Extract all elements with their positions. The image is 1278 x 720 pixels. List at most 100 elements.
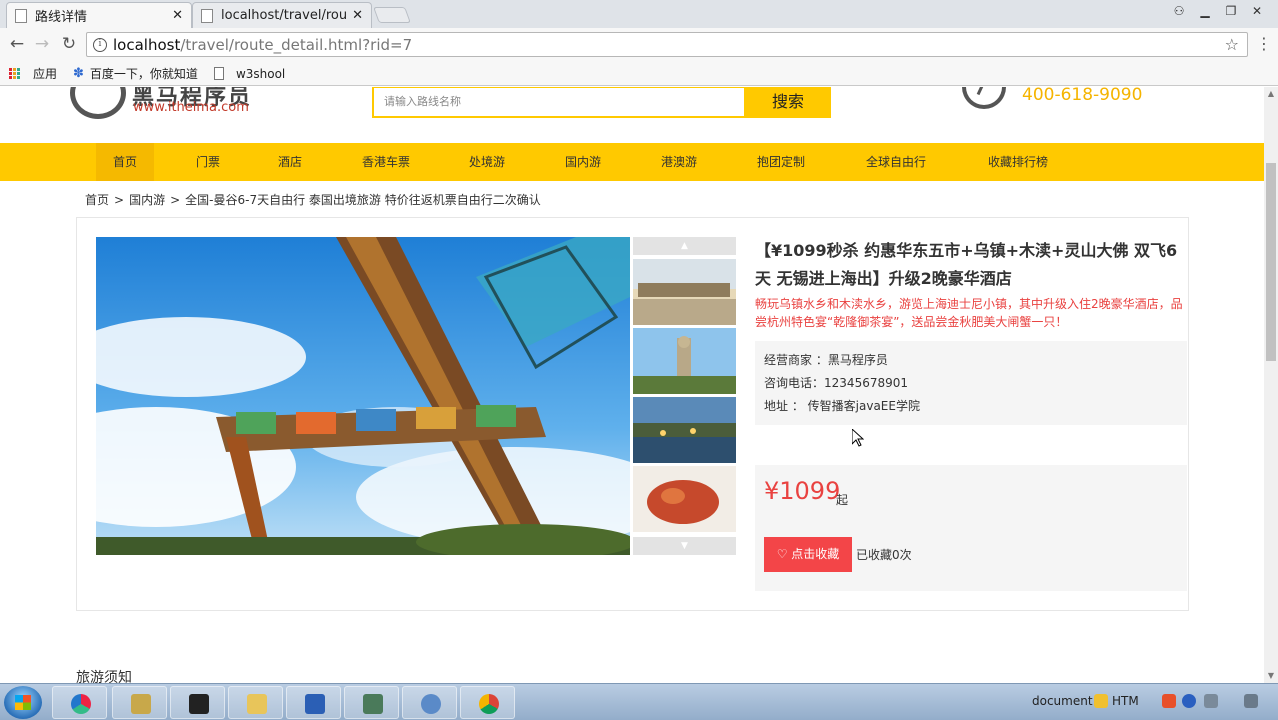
maximize-icon[interactable]: ❐ [1218,2,1244,20]
logo-url[interactable]: www.itheima.com [133,100,249,115]
nav-item-global-free[interactable]: 全球自由行 [856,143,936,181]
taskbar-app[interactable] [402,686,457,719]
favorite-count: 已收藏0次 [856,548,912,562]
tab-title: 路线详情 [35,10,88,25]
merchant-row: 经营商家 ：黑马程序员 [764,353,888,367]
phone-label: 咨询电话 [764,376,813,390]
os-taskbar: document HTM [0,683,1278,720]
bookmark-baidu[interactable]: ✽ 百度一下，你就知道 [73,65,198,82]
bookmark-label: 应用 [33,67,58,81]
phone-number: 12345678901 [824,376,909,390]
route-price: ¥1099 [764,477,841,505]
nav-item-favorite-rank[interactable]: 收藏排行榜 [976,143,1060,181]
taskbar-app[interactable] [112,686,167,719]
phone-icon [962,87,1006,109]
breadcrumb-home[interactable]: 首页 [85,193,109,207]
paw-icon: ✽ [73,66,84,81]
nav-item-domestic[interactable]: 国内游 [554,143,612,181]
page-favicon [15,8,27,23]
browser-menu-icon[interactable]: ⋮ [1256,36,1272,52]
nav-item-hk-tickets[interactable]: 香港车票 [350,143,422,181]
help-icon[interactable] [1182,694,1196,708]
page-icon [213,67,224,80]
thumbnail-image[interactable] [633,466,736,532]
price-panel: ¥1099 起 ♡ 点击收藏 已收藏0次 [755,465,1187,591]
forward-icon[interactable]: → [31,34,53,54]
breadcrumb-domestic[interactable]: 国内游 [129,193,165,207]
taskbar-app-word[interactable] [286,686,341,719]
thumbnail-image[interactable] [633,397,736,463]
back-icon[interactable]: ← [6,34,28,54]
tray-label-document[interactable]: document [1032,694,1093,708]
favorite-button[interactable]: ♡ 点击收藏 [764,537,852,572]
favorite-button-label: 点击收藏 [791,547,840,561]
heart-icon: ♡ [776,547,792,561]
scrollbar-thumb[interactable] [1266,163,1276,361]
thumbnail-list: ▲ ▼ [633,237,736,555]
nav-item-tickets[interactable]: 门票 [186,143,230,181]
phone-row: 咨询电话：12345678901 [764,376,909,390]
url-host: localhost [113,35,181,54]
tab-title: localhost/travel/route/ [221,8,347,23]
thumbnail-down-button[interactable]: ▼ [633,537,736,555]
hotline-number: 400-618-9090 [1022,87,1143,105]
new-tab-button[interactable] [373,7,411,23]
search-input[interactable]: 请输入路线名称 [372,87,746,118]
thumbnail-image[interactable] [633,259,736,325]
close-window-icon[interactable]: ✕ [1244,2,1270,20]
address-label: 地址 [764,399,789,413]
breadcrumb-current: 全国-曼谷6-7天自由行 泰国出境旅游 特价往返机票自由行二次确认 [185,193,541,207]
breadcrumb-separator: > [114,193,125,207]
start-button[interactable] [4,686,42,719]
nav-item-hotel[interactable]: 酒店 [268,143,312,181]
tray-icon[interactable] [1204,694,1218,708]
tray-icon[interactable] [1162,694,1176,708]
nav-item-hk-macau[interactable]: 港澳游 [650,143,708,181]
main-nav: 首页 门票 酒店 香港车票 处境游 国内游 港澳游 抱团定制 全球自由行 收藏排… [0,143,1264,181]
logo-mark [70,87,126,119]
travel-tips-heading: 旅游须知 [76,670,132,683]
address-bar[interactable]: i localhost /travel/route_detail.html?ri… [86,32,1248,57]
bookmark-w3school[interactable]: w3shool [213,66,286,81]
volume-icon[interactable] [1244,694,1258,708]
tab-localhost[interactable]: localhost/travel/route/ ✕ [192,2,372,28]
reload-icon[interactable]: ↻ [58,34,80,54]
nav-item-group-custom[interactable]: 抱团定制 [746,143,816,181]
scroll-up-icon[interactable]: ▲ [1264,87,1278,101]
nav-item-outbound[interactable]: 处境游 [458,143,516,181]
close-tab-icon[interactable]: ✕ [172,8,183,23]
taskbar-app[interactable] [344,686,399,719]
window-controls: ⚇ ▁ ❐ ✕ [1166,2,1270,20]
url-path: /travel/route_detail.html?rid=7 [180,35,413,54]
show-hidden-icon[interactable] [1224,694,1238,708]
tray-label-htm[interactable]: HTM [1112,694,1139,708]
page-favicon [201,8,213,23]
bookmark-label: w3shool [235,66,286,81]
page-viewport: 黑马程序员 www.itheima.com 请输入路线名称 搜索 400-618… [0,87,1264,683]
minimize-icon[interactable]: ▁ [1192,2,1218,20]
thumbnail-up-button[interactable]: ▲ [633,237,736,255]
site-info-icon[interactable]: i [93,37,107,52]
main-route-image [96,237,630,555]
nav-item-home[interactable]: 首页 [96,143,154,181]
bookmark-star-icon[interactable]: ☆ [1225,35,1239,54]
tray-icon[interactable] [1094,694,1108,708]
page-scrollbar[interactable]: ▲ ▼ [1264,87,1278,683]
bookmark-label: 百度一下，你就知道 [89,67,198,81]
taskbar-app-chrome[interactable] [460,686,515,719]
scroll-down-icon[interactable]: ▼ [1264,669,1278,683]
route-subtitle: 畅玩乌镇水乡和木渎水乡，游览上海迪士尼小镇，其中升级入住2晚豪华酒店，品尝杭州特… [755,297,1183,329]
thumbnail-image[interactable] [633,328,736,394]
browser-tab-bar: 路线详情 ✕ localhost/travel/route/ ✕ ⚇ ▁ ❐ ✕ [0,0,1278,28]
taskbar-app[interactable] [52,686,107,719]
taskbar-app-explorer[interactable] [228,686,283,719]
taskbar-app-intellij[interactable] [170,686,225,719]
price-suffix: 起 [836,493,849,507]
tab-route-detail[interactable]: 路线详情 ✕ [6,2,192,28]
bookmark-apps[interactable]: 应用 [9,65,57,82]
apps-icon [9,67,21,80]
close-tab-icon[interactable]: ✕ [352,8,363,23]
breadcrumb-separator: > [170,193,181,207]
search-button[interactable]: 搜索 [745,87,831,118]
user-icon[interactable]: ⚇ [1166,2,1192,20]
